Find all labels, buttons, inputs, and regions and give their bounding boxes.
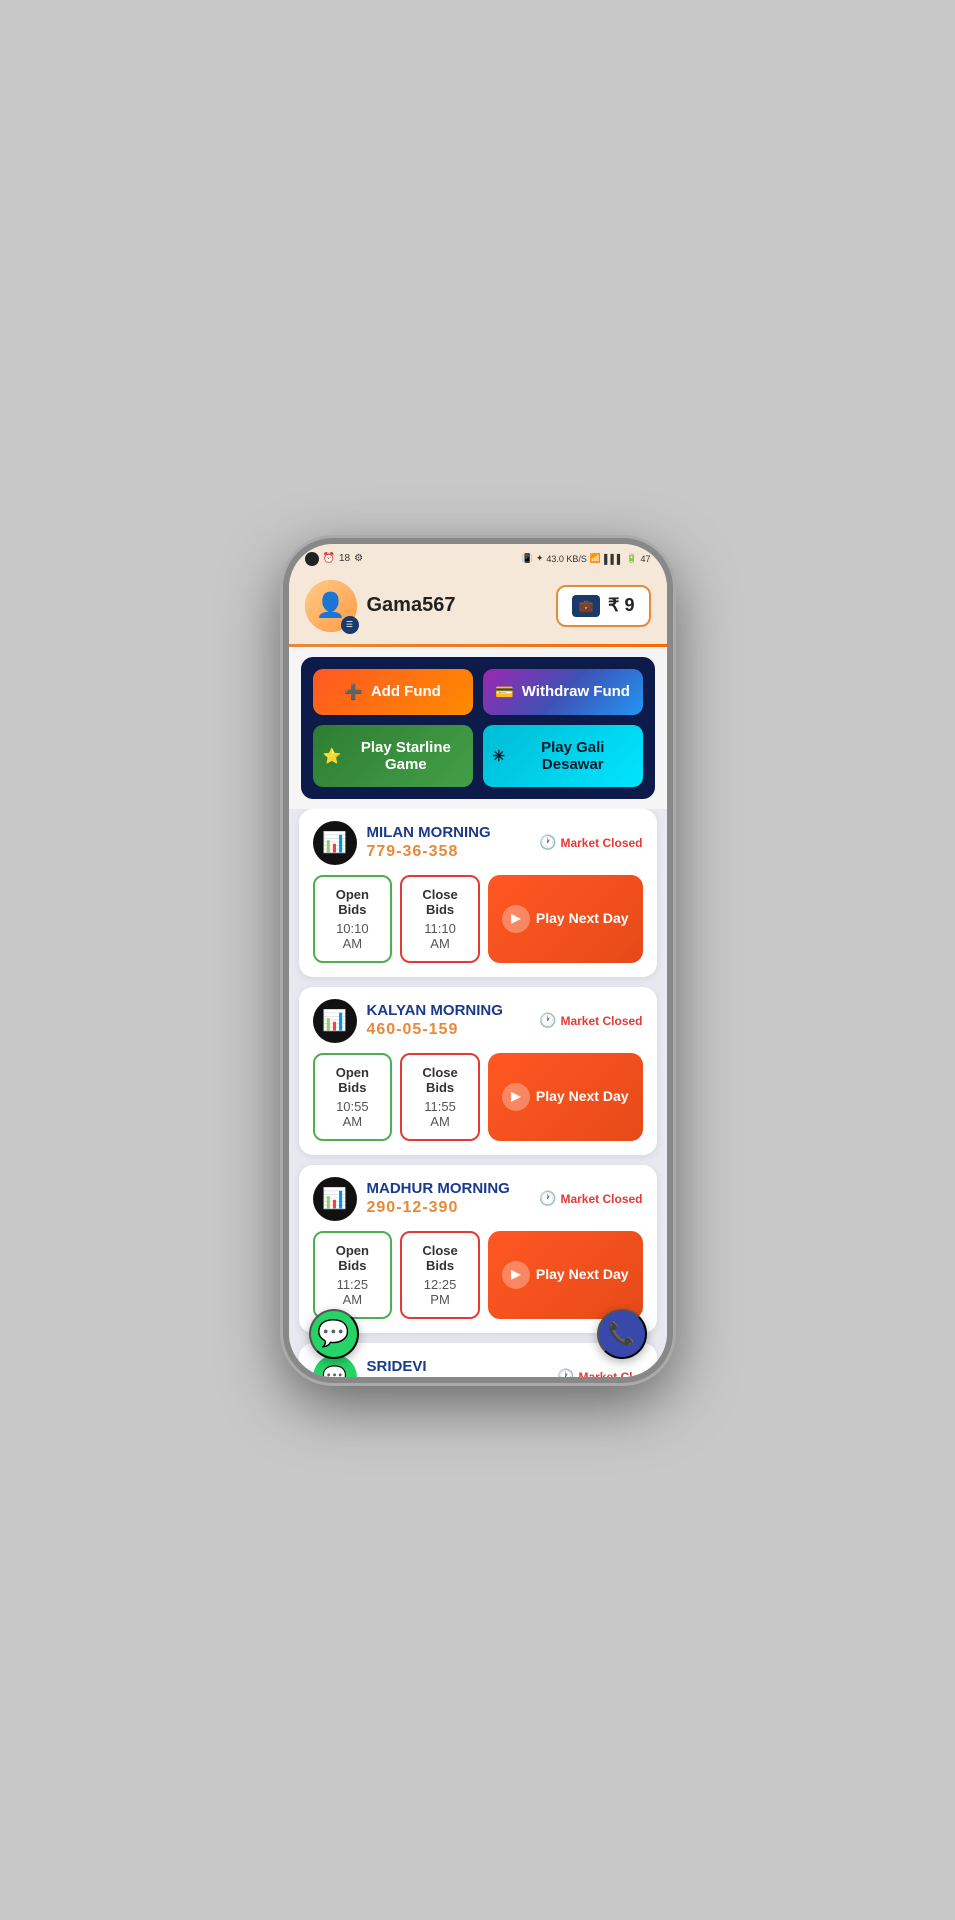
wallet-badge[interactable]: 💼 ₹ 9 <box>556 585 650 627</box>
market-name-kalyan: KALYAN MORNING <box>367 1002 530 1019</box>
market-icon-madhur: 📊 <box>313 1177 357 1221</box>
settings-icon: ⚙ <box>354 553 363 564</box>
market-number-kalyan: 460-05-159 <box>367 1021 530 1039</box>
market-list: 📊 MILAN MORNING 779-36-358 🕐 Market Clos… <box>289 809 667 1377</box>
close-bids-milan[interactable]: Close Bids 11:10 AM <box>400 875 480 963</box>
market-icon-kalyan: 📊 <box>313 999 357 1043</box>
battery-level: 47 <box>640 554 650 564</box>
chart-icon-madhur: 📊 <box>322 1186 347 1211</box>
wallet-amount: ₹ 9 <box>608 595 634 616</box>
sun-icon: ✳ <box>493 747 506 765</box>
market-card-madhur: 📊 MADHUR MORNING 290-12-390 🕐 Market Clo… <box>299 1165 657 1333</box>
phone-frame: ⏰ 18 ⚙ 📳 ✦ 43.0 KB/S 📶 ▌▌▌ 🔋 47 👤 ☰ Gama… <box>283 538 673 1383</box>
data-speed: 43.0 KB/S <box>546 554 587 564</box>
market-name-sridevi: SRIDEVI <box>367 1358 548 1375</box>
open-bids-milan[interactable]: Open Bids 10:10 AM <box>313 875 393 963</box>
close-bids-madhur[interactable]: Close Bids 12:25 PM <box>400 1231 480 1319</box>
whatsapp-icon: 💬 <box>317 1318 349 1349</box>
market-status-sridevi: 🕐 Market Cl... <box>557 1368 642 1377</box>
wallet-icon: 💼 <box>572 595 600 617</box>
play-icon-kalyan: ▶ <box>502 1083 530 1111</box>
action-grid: ➕ Add Fund 💳 Withdraw Fund ⭐ Play Starli… <box>301 657 655 799</box>
play-icon-milan: ▶ <box>502 905 530 933</box>
status-time: 18 <box>339 553 350 564</box>
call-button[interactable]: 📞 <box>597 1309 647 1359</box>
header: 👤 ☰ Gama567 💼 ₹ 9 <box>289 570 667 644</box>
withdraw-fund-button[interactable]: 💳 Withdraw Fund <box>483 669 643 715</box>
clock-icon-kalyan: 🕐 <box>539 1012 556 1029</box>
battery-icon: 🔋 <box>626 553 637 564</box>
market-status-milan: 🕐 Market Closed <box>539 834 642 851</box>
clock-icon-madhur: 🕐 <box>539 1190 556 1207</box>
username: Gama567 <box>367 594 456 617</box>
menu-icon[interactable]: ☰ <box>341 616 359 634</box>
market-status-kalyan: 🕐 Market Closed <box>539 1012 642 1029</box>
withdraw-icon: 💳 <box>495 683 514 701</box>
signal-icon: ▌▌▌ <box>604 554 623 564</box>
market-name-madhur: MADHUR MORNING <box>367 1180 530 1197</box>
market-icon-milan: 📊 <box>313 821 357 865</box>
status-bar: ⏰ 18 ⚙ 📳 ✦ 43.0 KB/S 📶 ▌▌▌ 🔋 47 <box>289 544 667 570</box>
market-status-madhur: 🕐 Market Closed <box>539 1190 642 1207</box>
bids-row-madhur: Open Bids 11:25 AM Close Bids 12:25 PM ▶… <box>313 1231 643 1319</box>
clock-icon: 🕐 <box>539 834 556 851</box>
add-fund-button[interactable]: ➕ Add Fund <box>313 669 473 715</box>
bids-row-milan: Open Bids 10:10 AM Close Bids 11:10 AM ▶… <box>313 875 643 963</box>
star-icon: ⭐ <box>323 747 342 765</box>
wifi-icon: 📶 <box>590 553 601 564</box>
play-next-day-madhur[interactable]: ▶ Play Next Day <box>488 1231 643 1319</box>
chart-icon-kalyan: 📊 <box>322 1008 347 1033</box>
open-bids-kalyan[interactable]: Open Bids 10:55 AM <box>313 1053 393 1141</box>
bluetooth-icon: ✦ <box>536 553 544 564</box>
add-icon: ➕ <box>344 683 363 701</box>
camera <box>305 552 319 566</box>
avatar[interactable]: 👤 ☰ <box>305 580 357 632</box>
market-number-milan: 779-36-358 <box>367 843 530 861</box>
clock-icon-sridevi: 🕐 <box>557 1368 574 1377</box>
market-card-milan: 📊 MILAN MORNING 779-36-358 🕐 Market Clos… <box>299 809 657 977</box>
play-starline-button[interactable]: ⭐ Play Starline Game <box>313 725 473 787</box>
alarm-icon: ⏰ <box>323 553 335 564</box>
play-icon-madhur: ▶ <box>502 1261 530 1289</box>
market-name-milan: MILAN MORNING <box>367 824 530 841</box>
chart-icon: 📊 <box>322 830 347 855</box>
play-gali-button[interactable]: ✳ Play Gali Desawar <box>483 725 643 787</box>
market-number-madhur: 290-12-390 <box>367 1199 530 1217</box>
play-next-day-kalyan[interactable]: ▶ Play Next Day <box>488 1053 643 1141</box>
call-icon: 📞 <box>608 1321 635 1347</box>
market-card-kalyan: 📊 KALYAN MORNING 460-05-159 🕐 Market Clo… <box>299 987 657 1155</box>
whatsapp-button[interactable]: 💬 <box>309 1309 359 1359</box>
chart-icon-sridevi: 💬 <box>322 1364 347 1377</box>
play-next-day-milan[interactable]: ▶ Play Next Day <box>488 875 643 963</box>
bids-row-kalyan: Open Bids 10:55 AM Close Bids 11:55 AM ▶… <box>313 1053 643 1141</box>
vibrate-icon: 📳 <box>522 553 533 564</box>
open-bids-madhur[interactable]: Open Bids 11:25 AM <box>313 1231 393 1319</box>
close-bids-kalyan[interactable]: Close Bids 11:55 AM <box>400 1053 480 1141</box>
header-divider <box>289 644 667 647</box>
